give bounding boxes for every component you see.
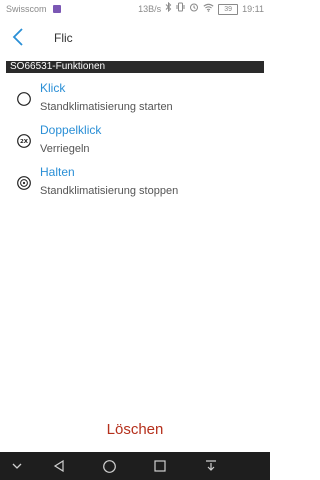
carrier-label: Swisscom [6,0,62,18]
action-title: Halten [40,165,75,179]
double-click-badge: 2X [20,139,29,145]
delete-button[interactable]: Löschen [0,419,270,441]
page-title: Flic [54,31,73,45]
carrier-badge-icon [53,4,62,13]
network-speed: 13B/s [138,4,162,14]
action-item-click[interactable]: Klick Standklimatisierung starten [0,81,270,119]
action-description: Standklimatisierung stoppen [40,185,179,197]
action-title: Doppelklick [40,123,102,137]
app-header: Flic [0,22,270,56]
back-button[interactable] [6,26,30,52]
action-item-double-click[interactable]: 2X Doppelklick Verriegeln [0,123,270,161]
clock: 19:11 [242,4,264,14]
home-icon[interactable] [101,458,117,474]
recents-icon[interactable] [152,458,168,474]
action-description: Standklimatisierung starten [40,101,173,113]
back-icon[interactable] [51,458,67,474]
wifi-icon [203,0,214,18]
navigation-bar [0,452,270,480]
action-item-hold[interactable]: Halten Standklimatisierung stoppen [0,165,270,203]
vibrate-icon [176,0,185,18]
alarm-icon [189,0,199,18]
hold-icon [16,175,32,191]
click-icon [16,91,32,107]
chevron-left-icon [12,27,24,52]
battery-icon: 39 [218,3,239,15]
notification-pull-icon[interactable] [203,458,219,474]
dropdown-icon[interactable] [9,458,25,474]
status-bar: Swisscom 13B/s 39 19:11 [0,0,270,18]
section-header: SO66531-Funktionen [6,61,264,73]
screen: Swisscom 13B/s 39 19:11 Flic SO66531-Fun… [0,0,270,480]
bluetooth-icon [165,0,172,18]
action-description: Verriegeln [40,143,90,155]
double-click-icon: 2X [16,133,32,149]
status-bar-right: 13B/s 39 19:11 [138,0,264,18]
action-title: Klick [40,81,66,95]
